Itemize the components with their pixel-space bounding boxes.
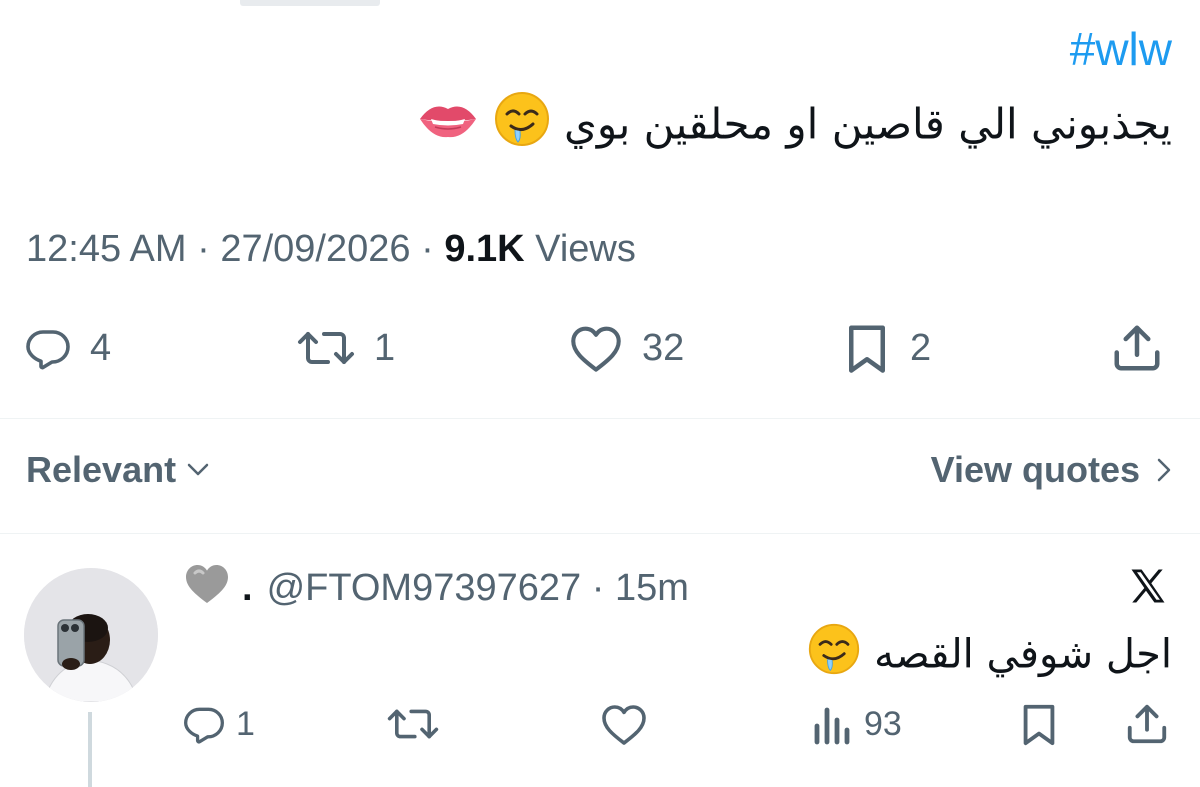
drooling-face-icon [807, 622, 861, 691]
repost-button[interactable]: 1 [296, 316, 395, 380]
reply-views-count: 93 [864, 704, 902, 743]
tweet-time[interactable]: 12:45 AM [26, 228, 187, 270]
relevant-sort-button[interactable]: Relevant [26, 440, 210, 500]
meta-separator: · [197, 228, 221, 270]
analytics-icon [814, 707, 850, 745]
reply-age[interactable]: 15m [615, 567, 689, 610]
share-icon [1114, 325, 1160, 371]
reply-button[interactable]: 4 [24, 316, 111, 380]
reply-text-content: اجل شوفي القصه [874, 631, 1172, 678]
views-label: Views [535, 228, 636, 270]
reply-reply-button[interactable]: 1 [182, 694, 255, 754]
repost-icon [298, 332, 354, 364]
bookmark-button[interactable]: 2 [842, 316, 931, 380]
heart-icon [602, 705, 646, 745]
hashtag-link[interactable]: #wlw [1070, 22, 1172, 76]
reply-views-button[interactable]: 93 [812, 694, 902, 754]
grey-heart-icon [182, 561, 232, 615]
relevant-label: Relevant [26, 449, 177, 490]
tweet-actions: 4 1 32 2 [0, 316, 1200, 380]
share-button[interactable] [1110, 316, 1164, 380]
tweet-date[interactable]: 27/09/2026 [220, 228, 410, 270]
reply-share-button[interactable] [1124, 694, 1170, 754]
like-button[interactable]: 32 [568, 316, 684, 380]
reply-header: . @FTOM97397627 · 15m [182, 562, 689, 614]
reply-repost-button[interactable] [386, 694, 440, 754]
heart-icon [571, 326, 621, 372]
tweet-text: يجذبوني الي قاصين او محلقين بوي [417, 90, 1172, 164]
reply-icon [26, 330, 70, 370]
bookmark-count: 2 [910, 326, 932, 369]
reply-actions: 1 93 [0, 694, 1200, 754]
view-quotes-label: View quotes [930, 449, 1140, 490]
chevron-down-icon [187, 463, 209, 476]
meta-separator: · [581, 566, 615, 609]
reply-bookmark-button[interactable] [1018, 694, 1060, 754]
reply-icon [184, 707, 224, 744]
tweet-meta: 12:45 AM · 27/09/2026 · 9.1K Views [26, 228, 636, 271]
like-count: 32 [642, 326, 685, 369]
x-logo-icon [1126, 564, 1170, 613]
reply-count: 4 [90, 326, 112, 369]
avatar[interactable] [24, 568, 158, 702]
tweet-text-content: يجذبوني الي قاصين او محلقين بوي [564, 99, 1172, 149]
divider [0, 533, 1200, 534]
repost-icon [387, 709, 439, 739]
reply-like-button[interactable] [600, 694, 648, 754]
reply-handle[interactable]: @FTOM97397627 [267, 567, 582, 610]
bookmark-icon [1023, 704, 1055, 746]
bookmark-icon [849, 325, 885, 373]
view-quotes-link[interactable]: View quotes [931, 440, 1172, 500]
replies-sort-bar: Relevant View quotes [0, 440, 1200, 500]
meta-separator: · [421, 228, 445, 270]
reply-reply-count: 1 [236, 704, 255, 743]
biting-lip-icon [417, 97, 479, 157]
share-icon [1127, 704, 1167, 744]
reply-display-name[interactable]: . [242, 567, 253, 610]
drooling-face-icon [493, 90, 551, 164]
divider [0, 418, 1200, 419]
views-count: 9.1K [444, 228, 525, 270]
reply-text: اجل شوفي القصه [807, 622, 1172, 691]
chevron-right-icon [1157, 458, 1171, 482]
top-edge-fragment [240, 0, 380, 6]
repost-count: 1 [374, 326, 396, 369]
